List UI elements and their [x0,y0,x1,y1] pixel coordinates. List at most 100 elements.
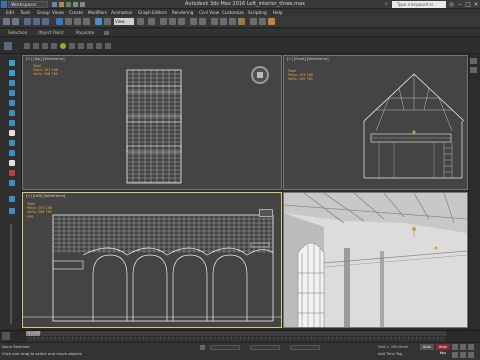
camera-icon[interactable] [69,43,75,49]
select-tool-icon[interactable] [9,60,15,66]
zoom-extents-icon[interactable] [460,344,466,350]
y-coordinate-field[interactable] [250,345,280,350]
tab-populate[interactable]: Populate [76,29,94,37]
reference-coordinate-select[interactable]: View [114,18,134,25]
play-icon[interactable] [452,344,458,350]
pan-view-icon[interactable] [452,352,458,358]
display-xrefs-icon[interactable] [9,140,15,146]
set-key-button[interactable]: Auto Key [436,344,450,355]
bind-spacewarp-icon[interactable] [42,18,49,25]
viewport-left[interactable]: [+] [Left] [Wireframe] Total Polys: 193 … [22,192,282,328]
curve-editor-icon[interactable] [220,18,227,25]
display-helpers-icon[interactable] [9,110,15,116]
light-icon[interactable] [60,43,66,49]
explorer-scrollbar[interactable] [10,224,12,324]
window-crossing-icon[interactable] [83,18,90,25]
search-input[interactable]: Type a keyword or phrase [392,1,446,14]
tab-selection[interactable]: Selection [8,29,27,37]
select-by-name-icon[interactable] [65,18,72,25]
menu-modifiers[interactable]: Modifiers [88,9,107,16]
find-icon[interactable] [9,208,15,214]
viewport-top[interactable]: [+] [Top] [Wireframe] Total Polys: 193 1… [22,55,282,190]
auto-key-mode-button[interactable]: Auto [420,344,434,350]
select-rotate-icon[interactable] [104,18,111,25]
app-logo-icon[interactable] [1,1,7,8]
menu-civil-view[interactable]: Civil View [199,9,219,16]
viewcube-face[interactable] [257,72,263,78]
display-all-icon[interactable] [9,180,15,186]
lock-selection-icon[interactable] [200,345,205,350]
add-time-tag-button[interactable]: Add Time Tag [378,351,402,357]
display-all-icon[interactable] [42,43,48,49]
menu-edit[interactable]: Edit [6,9,14,16]
menu-customize[interactable]: Customize [222,9,244,16]
invert-display-icon[interactable] [51,43,57,49]
viewcube-icon[interactable] [259,209,273,217]
viewport-front[interactable]: [+] [Front] [Wireframe] Total Polys: 193… [283,55,468,190]
display-none-icon[interactable] [33,43,39,49]
display-cameras-icon[interactable] [9,100,15,106]
material-editor-icon[interactable] [238,18,245,25]
ribbon-options-icon[interactable] [104,31,109,35]
sort-icon[interactable] [9,196,15,202]
menu-animation[interactable]: Animation [111,9,132,16]
viewport-perspective[interactable] [283,192,468,328]
close-icon[interactable]: × [471,0,480,9]
menu-help[interactable]: Help [273,9,283,16]
workspace-select[interactable]: Workspace: Default [8,1,48,15]
tab-object-paint[interactable]: Object Paint [38,29,63,37]
create-tab-icon[interactable] [470,58,477,64]
unlink-icon[interactable] [33,18,40,25]
snaps-toggle-icon[interactable] [160,18,167,25]
percent-snap-icon[interactable] [178,18,185,25]
layer-explorer-icon[interactable] [211,18,218,25]
display-spacewarps-icon[interactable] [9,120,15,126]
display-geometry-icon[interactable] [9,70,15,76]
select-object-icon[interactable] [56,18,63,25]
group-icon[interactable] [96,43,102,49]
mini-curve-editor-icon[interactable] [2,332,10,340]
display-particles-icon[interactable] [9,170,15,176]
undo-icon[interactable] [73,2,78,7]
maximize-viewport-icon[interactable] [468,352,474,358]
display-containers-icon[interactable] [9,160,15,166]
redo-icon[interactable] [12,18,19,25]
pivot-center-icon[interactable] [137,18,144,25]
save-file-icon[interactable] [66,2,71,7]
field-of-view-icon[interactable] [460,352,466,358]
select-manipulate-icon[interactable] [148,18,155,25]
link-icon[interactable] [24,18,31,25]
display-bones-icon[interactable] [9,150,15,156]
bone-icon[interactable] [105,43,111,49]
menu-rendering[interactable]: Rendering [172,9,193,16]
open-file-icon[interactable] [59,2,64,7]
spacewarp-icon[interactable] [87,43,93,49]
menu-tools[interactable]: Tools [20,9,30,16]
helper-icon[interactable] [78,43,84,49]
undo-icon[interactable] [3,18,10,25]
display-shapes-icon[interactable] [9,80,15,86]
orbit-icon[interactable] [468,344,474,350]
rendered-frame-window-icon[interactable] [259,18,266,25]
mirror-icon[interactable] [190,18,197,25]
x-coordinate-field[interactable] [210,345,240,350]
menu-graph-editors[interactable]: Graph Editors [138,9,167,16]
time-slider[interactable] [26,331,446,336]
menu-scripting[interactable]: Scripting [248,9,267,16]
viewcube-icon[interactable] [251,66,269,84]
display-lights-icon[interactable] [9,90,15,96]
angle-snap-icon[interactable] [169,18,176,25]
select-region-icon[interactable] [74,18,81,25]
render-production-icon[interactable] [268,18,275,25]
new-file-icon[interactable] [52,2,57,7]
modify-tab-icon[interactable] [470,67,477,73]
redo-icon[interactable] [80,2,85,7]
help-icon[interactable] [449,2,454,7]
align-icon[interactable] [199,18,206,25]
render-setup-icon[interactable] [250,18,257,25]
filter-icon[interactable] [24,43,30,49]
menu-create[interactable]: Create [69,9,83,16]
scene-explorer-icon[interactable] [4,42,12,50]
z-coordinate-field[interactable] [290,345,320,350]
select-move-icon[interactable] [95,18,102,25]
